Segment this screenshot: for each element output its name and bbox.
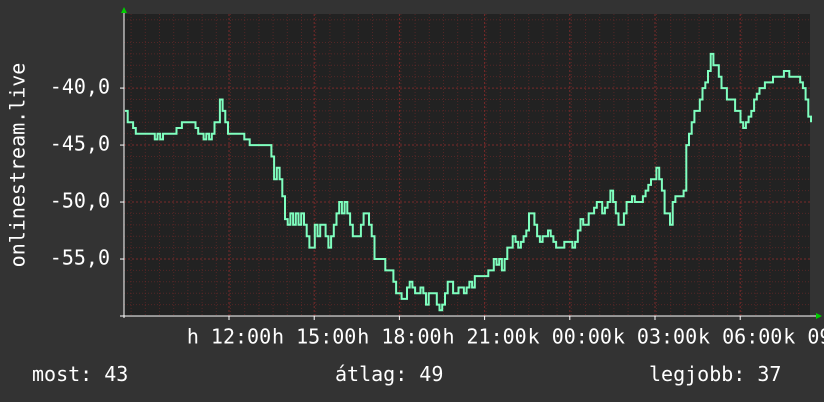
y-tick-label: -50,0 [50, 189, 110, 213]
x-tick-label: k 03:00 [613, 325, 697, 349]
y-axis-arrow-icon [121, 7, 127, 13]
x-tick-label: k 06:00 [698, 325, 782, 349]
x-tick-label: k 00:00 [528, 325, 612, 349]
current-value: most: 43 [32, 362, 129, 386]
y-tick-label: -40,0 [50, 75, 110, 99]
x-tick-label: h 12:00 [187, 325, 271, 349]
average-value: átlag: 49 [335, 362, 444, 386]
x-tick-label: h 21:00 [442, 325, 526, 349]
x-tick-label: h 18:00 [357, 325, 441, 349]
x-ticks: h 12:00 h 15:00 h 18:00 h 21:00 k 00:00 k 03:… [187, 316, 824, 349]
x-tick-label: k 09:00 [783, 325, 824, 349]
x-tick-label: h 15:00 [272, 325, 356, 349]
line-chart: -40,0 -45,0 -50,0 -55,0 h 12:00 h 15:00 h 18:… [6, 7, 824, 349]
x-axis-arrow-icon [816, 313, 822, 319]
y-axis-label: onlinestream.live [6, 63, 30, 268]
best-value: legjobb: 37 [649, 362, 782, 386]
y-tick-label: -45,0 [50, 132, 110, 156]
y-ticks: -40,0 -45,0 -50,0 -55,0 [50, 75, 124, 270]
y-tick-label: -55,0 [50, 246, 110, 270]
